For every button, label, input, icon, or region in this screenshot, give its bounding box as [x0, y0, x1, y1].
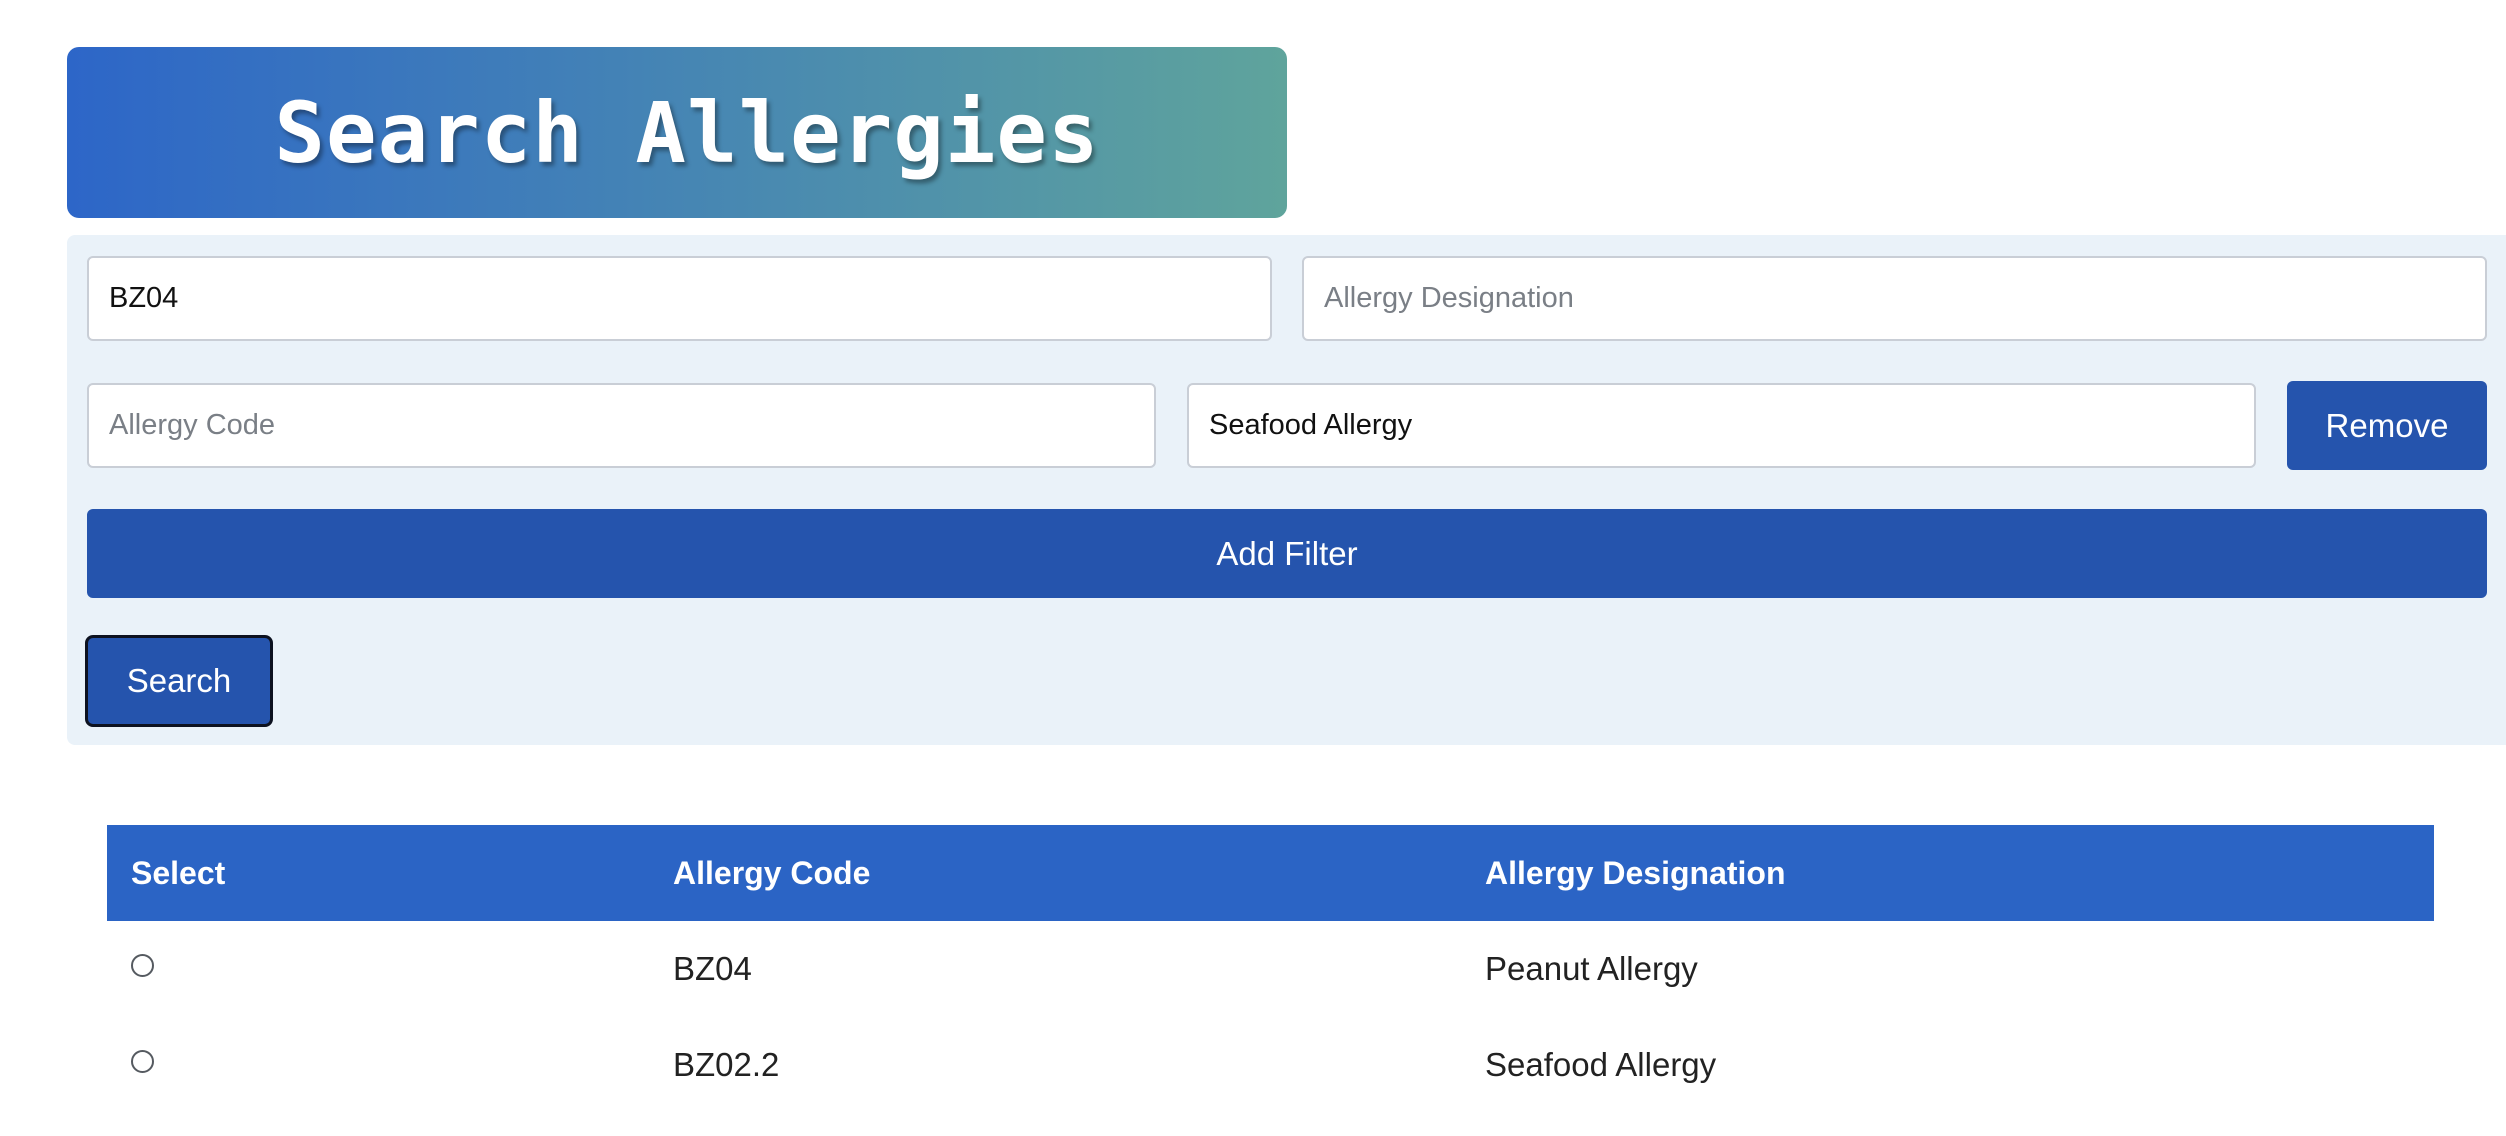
add-filter-button[interactable]: Add Filter	[87, 509, 2487, 598]
table-row[interactable]: BZ04 Peanut Allergy	[107, 921, 2434, 1017]
allergy-code-input[interactable]	[87, 383, 1156, 468]
row-select-cell	[107, 1017, 649, 1113]
row-select-cell	[107, 921, 649, 1017]
allergy-designation-input[interactable]	[1187, 383, 2256, 468]
page-title: Search Allergies	[274, 83, 1100, 182]
search-button[interactable]: Search	[85, 635, 273, 727]
column-header-allergy-designation: Allergy Designation	[1485, 854, 1786, 891]
row-radio[interactable]	[131, 1050, 154, 1073]
results-table: Select Allergy Code Allergy Designation …	[107, 825, 2434, 1113]
filter-code-input[interactable]	[87, 256, 1272, 341]
title-banner: Search Allergies	[67, 47, 1287, 218]
filter-designation-input[interactable]	[1302, 256, 2487, 341]
remove-filter-button[interactable]: Remove	[2287, 381, 2487, 470]
row-allergy-designation: Seafood Allergy	[1485, 1046, 1717, 1083]
table-row[interactable]: BZ02.2 Seafood Allergy	[107, 1017, 2434, 1113]
results-header-row: Select Allergy Code Allergy Designation	[107, 825, 2434, 921]
column-header-select: Select	[131, 854, 226, 891]
row-allergy-code: BZ04	[673, 950, 752, 987]
filter-panel: Remove Add Filter Search	[67, 235, 2506, 745]
column-header-allergy-code: Allergy Code	[673, 854, 871, 891]
row-allergy-code: BZ02.2	[673, 1046, 780, 1083]
row-allergy-designation: Peanut Allergy	[1485, 950, 1698, 987]
row-radio[interactable]	[131, 954, 154, 977]
